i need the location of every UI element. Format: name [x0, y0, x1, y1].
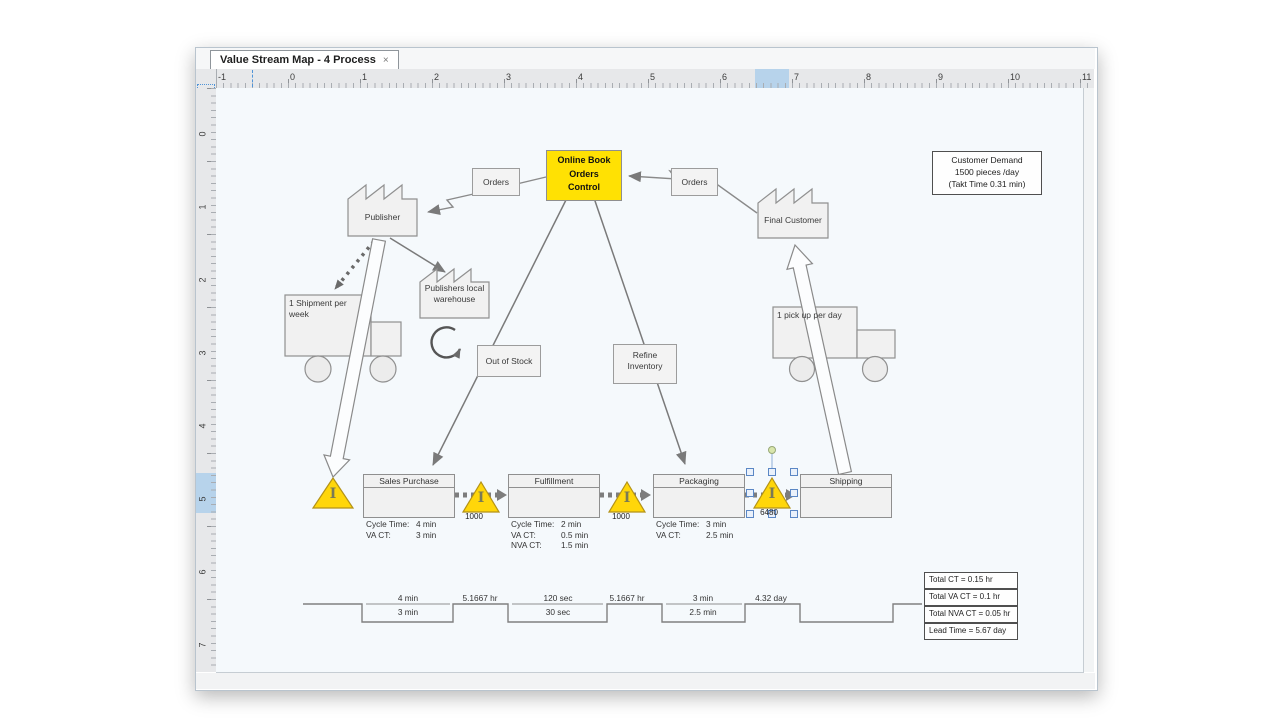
ruler-label: 3: [506, 72, 511, 82]
canvas-right-margin: [1084, 88, 1094, 672]
refine-text: Inventory: [614, 361, 676, 372]
orders-text: Orders: [682, 177, 708, 188]
summary-text: Total NVA CT = 0.05 hr: [929, 609, 1010, 618]
orders-text: Orders: [483, 177, 509, 188]
window-bottom-strip: [196, 673, 1095, 689]
ruler-label: 4: [578, 72, 583, 82]
summary-total-ct[interactable]: Total CT = 0.15 hr: [924, 572, 1018, 589]
inventory-letter: I: [473, 490, 489, 506]
timeline-value: 120 sec: [526, 593, 590, 603]
timeline-value: 4.32 day: [739, 593, 803, 603]
ruler-guide-line: [252, 70, 253, 87]
timeline-value: 2.5 min: [671, 607, 735, 617]
summary-lead-time[interactable]: Lead Time = 5.67 day: [924, 623, 1018, 640]
inventory-letter: I: [325, 486, 341, 502]
ruler-label: 11: [1082, 72, 1091, 82]
inventory-letter: I: [619, 490, 635, 506]
ruler-label: -1: [218, 72, 226, 82]
ruler-label: 3: [198, 350, 208, 355]
orders-label-left[interactable]: Orders: [472, 168, 520, 196]
vertical-ruler: 0 1 2 3 4 5 6 7: [196, 88, 217, 672]
inventory-letter: I: [764, 486, 780, 502]
ruler-label: 6: [198, 569, 208, 574]
process-title: Fulfillment: [509, 475, 599, 488]
ruler-label: 9: [938, 72, 943, 82]
timeline-value: 3 min: [376, 607, 440, 617]
control-process-box[interactable]: Online Book Orders Control: [546, 150, 622, 201]
timeline-value: 3 min: [671, 593, 735, 603]
summary-total-nva[interactable]: Total NVA CT = 0.05 hr: [924, 606, 1018, 623]
process-box-shipping[interactable]: Shipping: [800, 474, 892, 518]
out-of-stock-box[interactable]: Out of Stock: [477, 345, 541, 377]
process-box-fulfillment[interactable]: Fulfillment: [508, 474, 600, 518]
process-box-sales-purchase[interactable]: Sales Purchase: [363, 474, 455, 518]
tab-close-icon[interactable]: ×: [383, 55, 389, 66]
ruler-label: 5: [650, 72, 655, 82]
ruler-label: 8: [866, 72, 871, 82]
process-title: Packaging: [654, 475, 744, 488]
loop-arrow-icon[interactable]: [432, 327, 460, 357]
arrow-control-to-packaging[interactable]: [594, 198, 685, 464]
truck-left-label: 1 Shipment per week: [289, 298, 367, 320]
control-line: Control: [547, 181, 621, 195]
demand-line: Customer Demand: [933, 154, 1041, 166]
ruler-label: 0: [290, 72, 295, 82]
rotation-handle[interactable]: [769, 447, 776, 454]
arrow-control-to-sales-purchase[interactable]: [433, 198, 567, 465]
demand-line: 1500 pieces /day: [933, 166, 1041, 178]
ruler-label: 0: [198, 131, 208, 136]
timeline-value: 5.1667 hr: [448, 593, 512, 603]
inventory-count: 1000: [457, 512, 491, 521]
tab-title: Value Stream Map - 4 Process: [220, 54, 376, 66]
summary-total-va[interactable]: Total VA CT = 0.1 hr: [924, 589, 1018, 606]
control-line: Online Book: [547, 154, 621, 168]
ruler-label: 1: [362, 72, 367, 82]
ruler-label: 6: [722, 72, 727, 82]
process-title: Sales Purchase: [364, 475, 454, 488]
tab-value-stream-map[interactable]: Value Stream Map - 4 Process ×: [210, 50, 399, 70]
refine-inventory-box[interactable]: Refine Inventory: [613, 344, 677, 384]
orders-label-right[interactable]: Orders: [671, 168, 718, 196]
timeline-value: 30 sec: [526, 607, 590, 617]
ruler-label: 1: [198, 204, 208, 209]
process-title: Shipping: [801, 475, 891, 488]
summary-text: Total VA CT = 0.1 hr: [929, 592, 1000, 601]
process-data-sales-purchase: Cycle Time:4 min VA CT:3 min: [366, 519, 436, 540]
final-customer-label: Final Customer: [758, 204, 828, 237]
horizontal-ruler: -1 0 1 2 3 4 5 6 7 8 9 10 11: [216, 69, 1094, 89]
process-data-fulfillment: Cycle Time:2 min VA CT:0.5 min NVA CT:1.…: [511, 519, 588, 551]
arrow-publisher-to-warehouse[interactable]: [390, 238, 445, 272]
truck-right-label: 1 pick up per day: [777, 310, 857, 321]
summary-text: Total CT = 0.15 hr: [929, 575, 993, 584]
demand-line: (Takt Time 0.31 min): [933, 178, 1041, 190]
inventory-count: 1000: [604, 512, 638, 521]
warehouse-label: Publishers local warehouse: [419, 283, 490, 305]
process-box-packaging[interactable]: Packaging: [653, 474, 745, 518]
ruler-label: 5: [198, 496, 208, 501]
ruler-label: 2: [434, 72, 439, 82]
ruler-label: 4: [198, 423, 208, 428]
screen: Value Stream Map - 4 Process × -1 0 1 2 3…: [0, 0, 1280, 720]
ruler-label: 10: [1010, 72, 1020, 82]
ruler-label: 7: [794, 72, 799, 82]
out-of-stock-text: Out of Stock: [486, 356, 533, 367]
customer-demand-box[interactable]: Customer Demand 1500 pieces /day (Takt T…: [932, 151, 1042, 195]
ruler-label: 2: [198, 277, 208, 282]
process-data-packaging: Cycle Time:3 min VA CT:2.5 min: [656, 519, 733, 540]
refine-text: Refine: [614, 350, 676, 361]
inventory-count: 6480: [752, 508, 786, 517]
ruler-label: 7: [198, 642, 208, 647]
publisher-label: Publisher: [348, 199, 417, 235]
timeline-value: 4 min: [376, 593, 440, 603]
timeline-value: 5.1667 hr: [595, 593, 659, 603]
summary-text: Lead Time = 5.67 day: [929, 626, 1006, 635]
control-line: Orders: [547, 168, 621, 182]
